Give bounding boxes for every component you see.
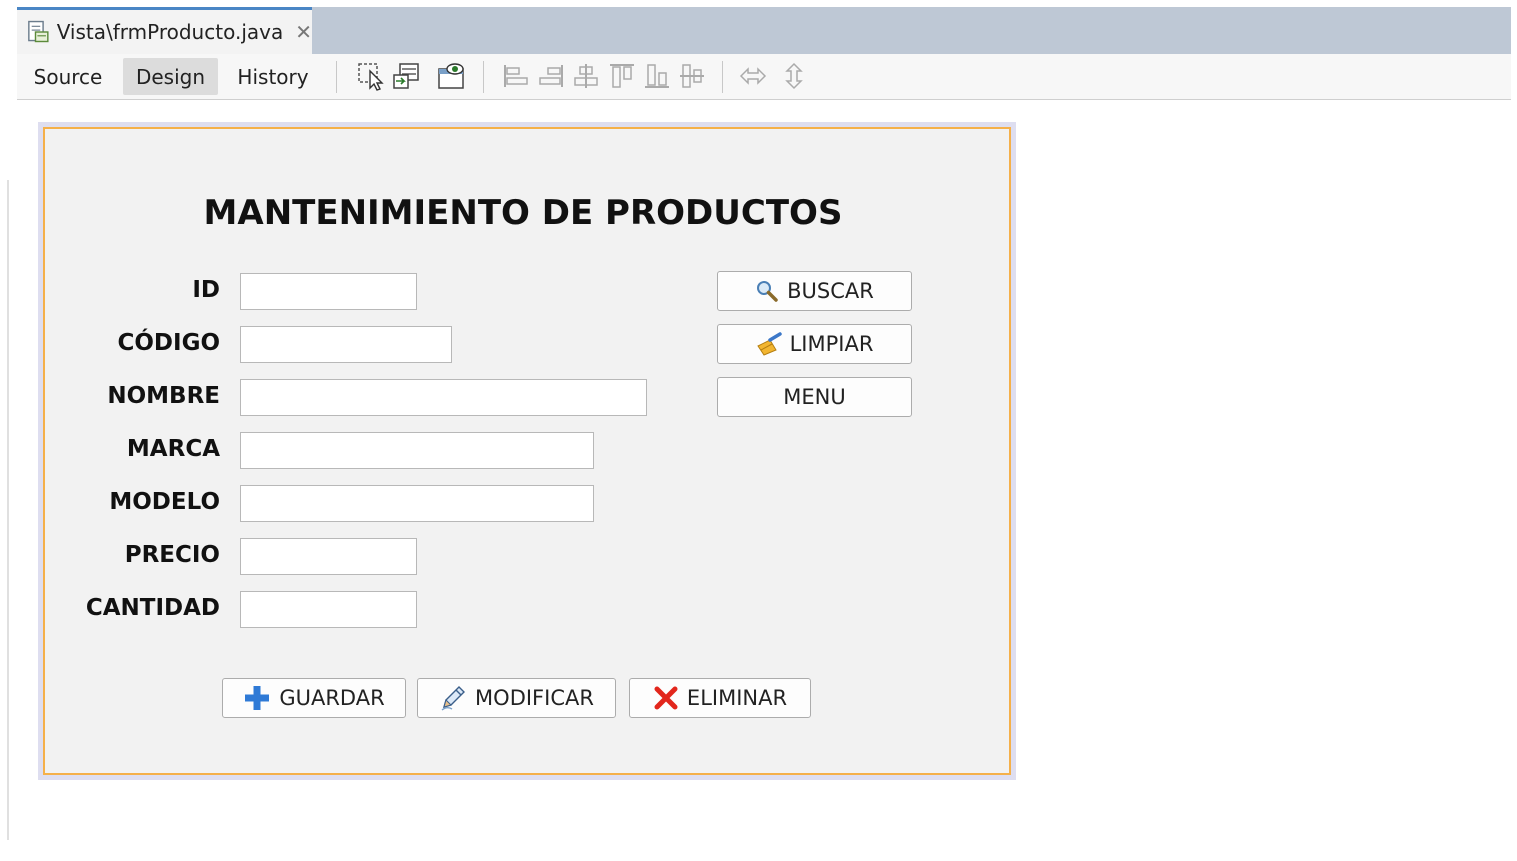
buscar-button[interactable]: BUSCAR	[717, 271, 912, 311]
editor-tab-bar: Vista\frmProducto.java ✕	[17, 7, 1511, 54]
modelo-input[interactable]	[240, 485, 594, 522]
java-form-file-icon	[28, 20, 49, 43]
toolbar-separator	[483, 61, 484, 93]
nombre-label: NOMBRE	[107, 383, 220, 409]
nombre-input[interactable]	[240, 379, 647, 416]
guardar-button-label: GUARDAR	[279, 686, 385, 710]
id-label: ID	[192, 277, 220, 303]
modificar-button-label: MODIFICAR	[475, 686, 594, 710]
form-panel: MANTENIMIENTO DE PRODUCTOS ID CÓDIGO NOM…	[43, 127, 1011, 775]
editor-toolbar: Source Design History	[17, 54, 1511, 100]
close-tab-icon[interactable]: ✕	[295, 20, 312, 44]
modelo-label: MODELO	[109, 489, 220, 515]
pencil-icon	[441, 686, 466, 711]
precio-input[interactable]	[240, 538, 417, 575]
menu-button-label: MENU	[783, 385, 846, 409]
center-vertically-icon[interactable]	[677, 61, 707, 91]
toolbar-separator	[336, 61, 337, 93]
file-tab[interactable]: Vista\frmProducto.java ✕	[17, 7, 312, 54]
align-left-icon[interactable]	[501, 61, 531, 91]
resize-horizontal-icon[interactable]	[738, 61, 768, 91]
buscar-button-label: BUSCAR	[787, 279, 874, 303]
history-view-button[interactable]: History	[227, 58, 319, 95]
cantidad-input[interactable]	[240, 591, 417, 628]
codigo-label: CÓDIGO	[117, 330, 220, 356]
precio-label: PRECIO	[124, 542, 220, 568]
plus-icon	[245, 686, 270, 710]
search-icon	[757, 281, 778, 302]
eliminar-button[interactable]: ELIMINAR	[629, 678, 811, 718]
selection-mode-icon[interactable]	[356, 61, 386, 91]
marca-input[interactable]	[240, 432, 594, 469]
delete-x-icon	[654, 686, 678, 710]
limpiar-button[interactable]: LIMPIAR	[717, 324, 912, 364]
source-view-button[interactable]: Source	[23, 58, 113, 95]
center-horizontally-icon[interactable]	[571, 61, 601, 91]
modificar-button[interactable]: MODIFICAR	[417, 678, 616, 718]
eliminar-button-label: ELIMINAR	[686, 686, 788, 710]
marca-label: MARCA	[126, 436, 220, 462]
limpiar-button-label: LIMPIAR	[789, 332, 874, 356]
id-input[interactable]	[240, 273, 417, 310]
resize-vertical-icon[interactable]	[779, 61, 809, 91]
connection-mode-icon[interactable]	[391, 61, 421, 91]
design-view-button[interactable]: Design	[123, 58, 218, 95]
guardar-button[interactable]: GUARDAR	[222, 678, 406, 718]
codigo-input[interactable]	[240, 326, 452, 363]
align-right-icon[interactable]	[536, 61, 566, 91]
editor-left-edge	[7, 180, 9, 840]
cantidad-label: CANTIDAD	[85, 595, 220, 621]
toolbar-separator	[722, 61, 723, 93]
menu-button[interactable]: MENU	[717, 377, 912, 417]
form-title: MANTENIMIENTO DE PRODUCTOS	[203, 193, 843, 233]
file-tab-title: Vista\frmProducto.java	[56, 20, 284, 44]
preview-design-icon[interactable]	[436, 61, 466, 91]
align-bottom-icon[interactable]	[642, 61, 672, 91]
align-top-icon[interactable]	[607, 61, 637, 91]
broom-icon	[756, 332, 782, 356]
